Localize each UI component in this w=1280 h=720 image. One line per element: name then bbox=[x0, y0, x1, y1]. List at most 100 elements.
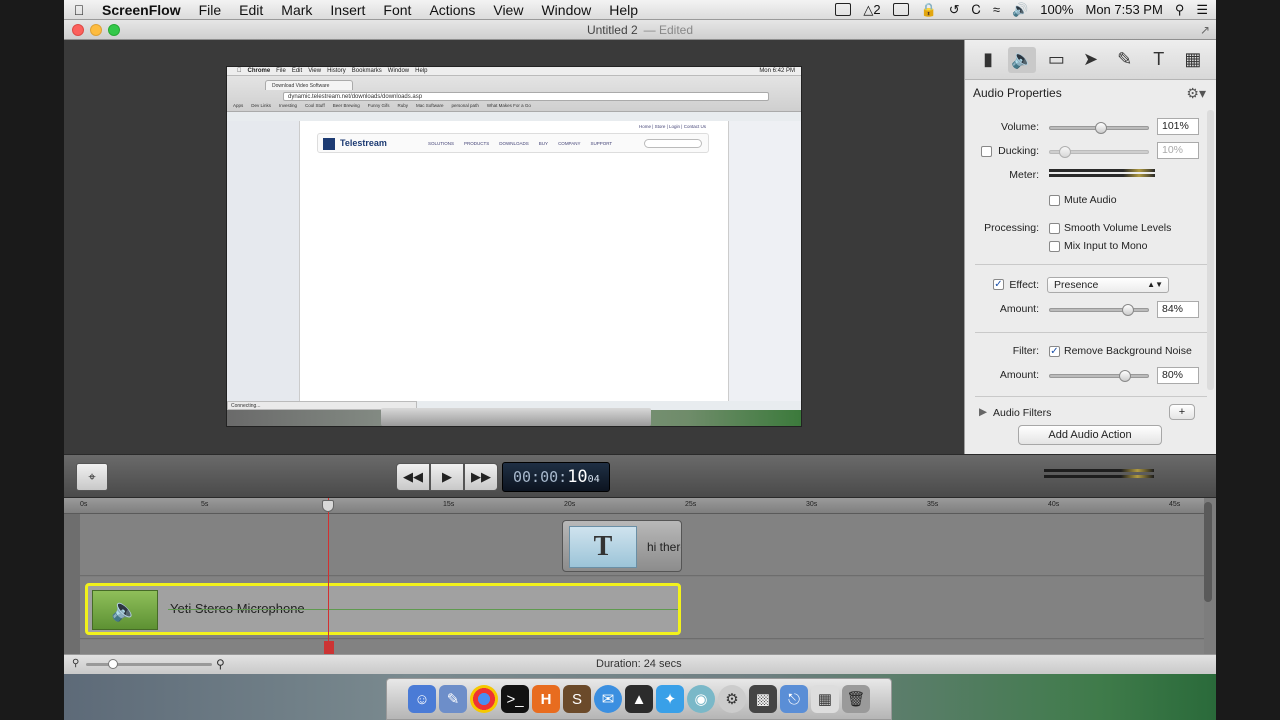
keynote-icon[interactable]: ⎋ bbox=[780, 685, 808, 713]
remove-noise-checkbox[interactable]: ✓ bbox=[1049, 346, 1060, 357]
window-title: Untitled 2 bbox=[586, 22, 638, 37]
audio-filters-label[interactable]: Audio Filters bbox=[993, 407, 1051, 419]
finder-icon[interactable]: ☺ bbox=[408, 685, 436, 713]
bluetooth-icon[interactable]: Ꮯ bbox=[972, 2, 981, 18]
menu-window[interactable]: Window bbox=[532, 2, 600, 18]
close-window-button[interactable] bbox=[72, 24, 84, 36]
track-handles[interactable] bbox=[64, 514, 80, 654]
battery-status[interactable]: 100% bbox=[1040, 2, 1073, 17]
play-button[interactable]: ▶ bbox=[430, 463, 464, 491]
lock-icon[interactable]: 🔒 bbox=[921, 2, 937, 18]
disclosure-triangle-icon[interactable]: ▶ bbox=[979, 406, 987, 418]
downloads-stack-icon[interactable]: ▦ bbox=[811, 685, 839, 713]
menu-mark[interactable]: Mark bbox=[272, 2, 321, 18]
timeline-ruler[interactable]: 0s 5s 10s 15s 20s 25s 30s 35s 40s 45s bbox=[64, 498, 1204, 514]
menu-insert[interactable]: Insert bbox=[321, 2, 374, 18]
notification-center-icon[interactable]: ☰ bbox=[1196, 2, 1208, 18]
menu-app-name[interactable]: ScreenFlow bbox=[94, 2, 190, 18]
playhead-marker[interactable] bbox=[324, 641, 334, 654]
menu-edit[interactable]: Edit bbox=[230, 2, 272, 18]
adobe-icon[interactable]: △2 bbox=[863, 2, 880, 18]
effect-select[interactable]: Presence ▲▼ bbox=[1047, 277, 1169, 293]
fast-forward-button[interactable]: ▶▶ bbox=[464, 463, 498, 491]
crop-icon[interactable]: ⌖ bbox=[76, 463, 108, 491]
h-app-icon[interactable]: H bbox=[532, 685, 560, 713]
volume-slider[interactable] bbox=[1049, 122, 1149, 134]
ducking-value-field[interactable]: 10% bbox=[1157, 142, 1199, 159]
screen-recording-icon[interactable]: ▭ bbox=[1042, 47, 1070, 73]
recording-preview[interactable]:  Chrome File Edit View History Bookmark… bbox=[226, 66, 802, 427]
timeline[interactable]: 0s 5s 10s 15s 20s 25s 30s 35s 40s 45s T … bbox=[64, 498, 1216, 654]
inkscape-icon[interactable]: ▲ bbox=[625, 685, 653, 713]
menu-actions[interactable]: Actions bbox=[420, 2, 484, 18]
wifi-icon[interactable]: ≈ bbox=[993, 2, 1000, 17]
ducking-slider[interactable] bbox=[1049, 146, 1149, 158]
preview-menu-item: Window bbox=[383, 68, 409, 74]
audio-properties-icon[interactable]: 🔈 bbox=[1008, 46, 1037, 73]
clock[interactable]: Mon 7:53 PM bbox=[1085, 2, 1162, 17]
zoom-out-icon[interactable]: ⚲ bbox=[72, 658, 79, 669]
preview-site-nav: SOLUTIONS PRODUCTS DOWNLOADS BUY COMPANY… bbox=[428, 141, 612, 146]
sublime-icon[interactable]: S bbox=[563, 685, 591, 713]
volume-value-field[interactable]: 101% bbox=[1157, 118, 1199, 135]
preview-app-icon[interactable]: ✎ bbox=[439, 685, 467, 713]
effect-amount-slider[interactable] bbox=[1049, 304, 1149, 316]
text-clip[interactable]: T hi there bbox=[562, 520, 682, 572]
add-audio-action-button[interactable]: Add Audio Action bbox=[1018, 425, 1162, 445]
menu-help[interactable]: Help bbox=[600, 2, 647, 18]
text-properties-icon[interactable]: T bbox=[1145, 47, 1173, 73]
effect-label: Effect: bbox=[1009, 279, 1039, 291]
annotation-icon[interactable]: ✎ bbox=[1111, 47, 1139, 73]
messages-icon[interactable]: ✉ bbox=[594, 685, 622, 713]
preview-webpage: Home | Store | Login | Contact Us Telest… bbox=[299, 121, 729, 401]
minimize-window-button[interactable] bbox=[90, 24, 102, 36]
meter-label: Meter: bbox=[1009, 169, 1039, 181]
text-clip-label: hi there bbox=[647, 540, 681, 554]
trash-icon[interactable]: 🗑 bbox=[842, 685, 870, 713]
spotlight-icon[interactable]: ⚲ bbox=[1175, 2, 1185, 18]
menu-font[interactable]: Font bbox=[374, 2, 420, 18]
network-icon[interactable]: ◉ bbox=[687, 685, 715, 713]
time-machine-icon[interactable]: ↺ bbox=[949, 2, 960, 18]
media-library-icon[interactable]: ▦ bbox=[1179, 47, 1207, 73]
chrome-icon[interactable] bbox=[470, 685, 498, 713]
terminal-icon[interactable]: >_ bbox=[501, 685, 529, 713]
timeline-track[interactable] bbox=[80, 640, 1204, 654]
filter-amount-knob[interactable] bbox=[1118, 370, 1131, 382]
zoom-slider-knob[interactable] bbox=[108, 659, 118, 669]
camera-icon[interactable] bbox=[835, 3, 852, 16]
volume-slider-knob[interactable] bbox=[1094, 122, 1107, 134]
apple-icon[interactable]:  bbox=[64, 2, 94, 18]
effect-amount-knob[interactable] bbox=[1122, 304, 1135, 316]
menu-view[interactable]: View bbox=[484, 2, 532, 18]
zoom-slider[interactable] bbox=[86, 659, 212, 669]
fullscreen-icon[interactable]: ↗ bbox=[1200, 23, 1210, 37]
playhead-handle[interactable] bbox=[322, 500, 334, 512]
filter-amount-slider[interactable] bbox=[1049, 370, 1149, 382]
panel-scrollbar[interactable] bbox=[1207, 110, 1214, 390]
timeline-scrollbar[interactable] bbox=[1204, 502, 1212, 602]
screenflow-icon[interactable]: ▩ bbox=[749, 685, 777, 713]
mix-mono-checkbox[interactable] bbox=[1049, 241, 1060, 252]
system-preferences-icon[interactable]: ⚙ bbox=[718, 685, 746, 713]
volume-label: Volume: bbox=[1001, 121, 1039, 133]
mute-audio-checkbox[interactable] bbox=[1049, 195, 1060, 206]
callout-icon[interactable]: ➤ bbox=[1076, 47, 1104, 73]
effect-amount-field[interactable]: 84% bbox=[1157, 301, 1199, 318]
zoom-window-button[interactable] bbox=[108, 24, 120, 36]
twitter-icon[interactable]: ✦ bbox=[656, 685, 684, 713]
audio-clip[interactable]: 🔈 Yeti Stereo Microphone bbox=[85, 583, 681, 635]
menu-file[interactable]: File bbox=[190, 2, 231, 18]
playhead[interactable] bbox=[328, 498, 329, 654]
airplay-icon[interactable] bbox=[892, 3, 909, 16]
smooth-volume-checkbox[interactable] bbox=[1049, 223, 1060, 234]
filter-amount-field[interactable]: 80% bbox=[1157, 367, 1199, 384]
volume-icon[interactable]: 🔊 bbox=[1012, 2, 1028, 18]
gear-icon[interactable]: ⚙▾ bbox=[1186, 85, 1206, 102]
zoom-in-icon[interactable]: ⚲ bbox=[216, 657, 225, 671]
rewind-button[interactable]: ◀◀ bbox=[396, 463, 430, 491]
ruler-tick: 0s bbox=[80, 501, 88, 508]
video-properties-icon[interactable]: ▮ bbox=[974, 47, 1002, 73]
ducking-slider-knob[interactable] bbox=[1058, 146, 1071, 158]
add-audio-filter-button[interactable]: + bbox=[1169, 404, 1195, 420]
